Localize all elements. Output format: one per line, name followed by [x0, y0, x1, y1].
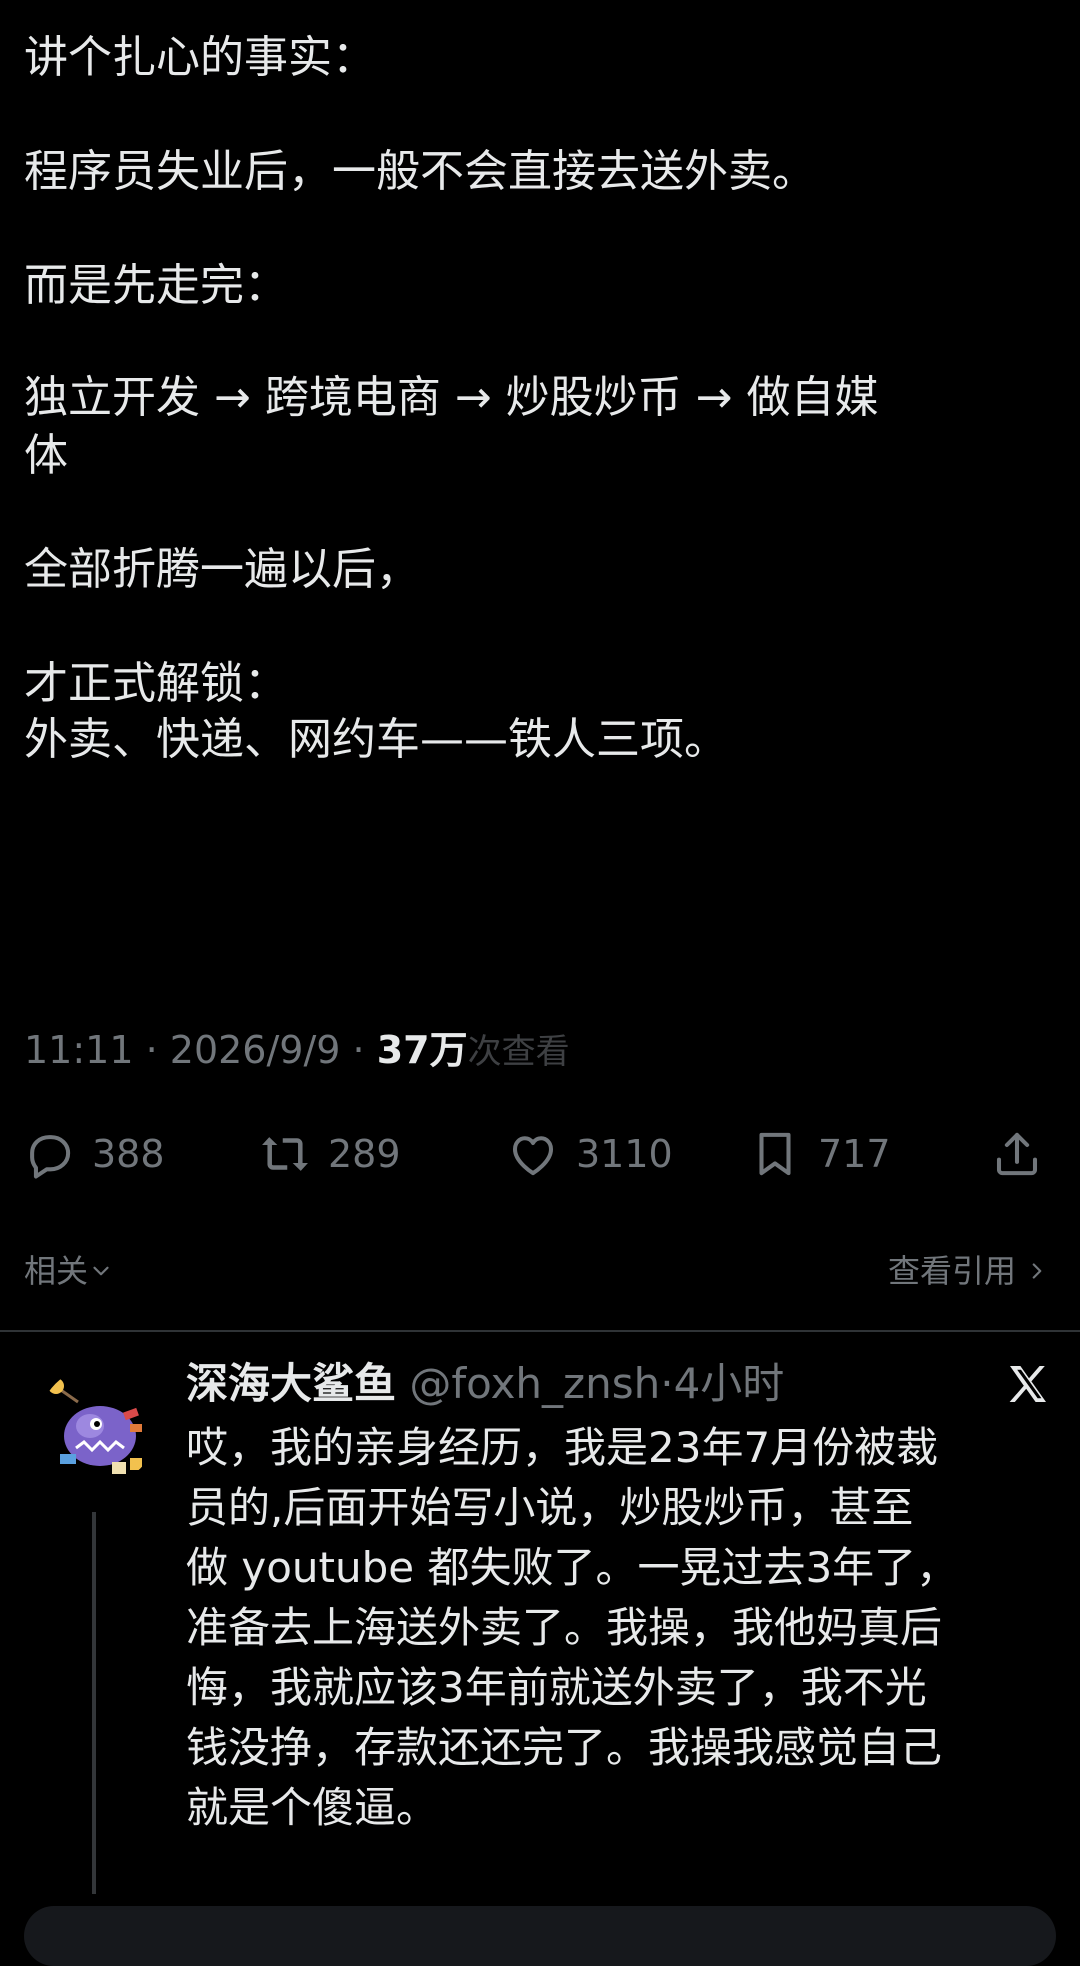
- reply-text-line: 员的,后面开始写小说，炒股炒币，甚至: [186, 1483, 914, 1532]
- x-logo-icon: [1009, 1366, 1046, 1402]
- post-text-line: 才正式解锁：: [24, 658, 288, 709]
- post-text-line: 而是先走完：: [24, 260, 288, 311]
- reply-text-line: 准备去上海送外卖了。我操，我他妈真后: [186, 1603, 943, 1652]
- like-button[interactable]: 3110: [506, 1122, 673, 1186]
- reply-text-line: 就是个傻逼。: [186, 1783, 439, 1832]
- chevron-right-icon: [1032, 1263, 1042, 1279]
- bookmark-button[interactable]: 717: [748, 1122, 891, 1186]
- post-meta: 11:11 · 2026/9/9 · 37万次查看: [24, 1028, 570, 1072]
- chevron-down-icon: [93, 1266, 109, 1276]
- post-text-line: 程序员失业后，一般不会直接去送外卖。: [24, 146, 816, 197]
- reply-author-handle[interactable]: @foxh_znsh: [409, 1359, 660, 1408]
- post-date[interactable]: 2026/9/9: [170, 1028, 341, 1072]
- related-bar: 相关 查看引用: [0, 1246, 1080, 1296]
- reply-composer[interactable]: [24, 1906, 1056, 1966]
- avatar[interactable]: [38, 1366, 158, 1486]
- share-button[interactable]: [990, 1122, 1060, 1186]
- related-label: 相关: [24, 1252, 89, 1290]
- view-count: 37万: [376, 1028, 468, 1072]
- related-toggle[interactable]: 相关: [24, 1246, 114, 1296]
- repost-icon: [262, 1137, 308, 1171]
- thread-line: [92, 1512, 96, 1894]
- like-count: 3110: [576, 1132, 673, 1176]
- post-text-line: 体: [24, 430, 68, 481]
- post-time[interactable]: 11:11: [24, 1028, 134, 1072]
- view-quotes-link[interactable]: 查看引用: [888, 1246, 1050, 1296]
- view-quotes-label: 查看引用: [887, 1252, 1016, 1290]
- post-text-line: 全部折腾一遍以后，: [24, 544, 420, 595]
- share-icon: [996, 1132, 1038, 1176]
- repost-count: 289: [328, 1132, 401, 1176]
- post-text-line: 讲个扎心的事实：: [24, 32, 376, 83]
- reply-time: 4小时: [673, 1359, 785, 1408]
- like-icon: [512, 1136, 554, 1176]
- post-text-line: 外卖、快递、网约车——铁人三项。: [24, 714, 728, 765]
- reply-text-line: 做 youtube 都失败了。一晃过去3年了，: [186, 1543, 959, 1592]
- reply-text-line: 悔，我就应该3年前就送外卖了，我不光: [186, 1663, 927, 1712]
- view-count-label: 次查看: [467, 1032, 570, 1072]
- action-bar: 388 289 3110 717: [0, 1122, 1080, 1186]
- reply-text-line: 哎，我的亲身经历，我是23年7月份被裁: [186, 1423, 939, 1472]
- reply-header: 深海大鲨鱼 @foxh_znsh·4小时: [186, 1359, 785, 1408]
- reply-text-line: 钱没挣，存款还还完了。我操我感觉自己: [186, 1723, 943, 1772]
- bookmark-count: 717: [818, 1132, 891, 1176]
- post-text-line: 独立开发 → 跨境电商 → 炒股炒币 → 做自媒: [24, 372, 879, 423]
- reply-icon: [30, 1135, 71, 1179]
- bookmark-icon: [759, 1132, 791, 1176]
- reply-button[interactable]: 388: [22, 1122, 165, 1186]
- divider: [0, 1330, 1080, 1332]
- reply-author-name[interactable]: 深海大鲨鱼: [186, 1359, 396, 1408]
- reply-count: 388: [92, 1132, 165, 1176]
- reply-post[interactable]: 深海大鲨鱼 @foxh_znsh·4小时 哎，我的亲身经历，我是23年7月份被裁…: [0, 1334, 1080, 1894]
- repost-button[interactable]: 289: [258, 1122, 401, 1186]
